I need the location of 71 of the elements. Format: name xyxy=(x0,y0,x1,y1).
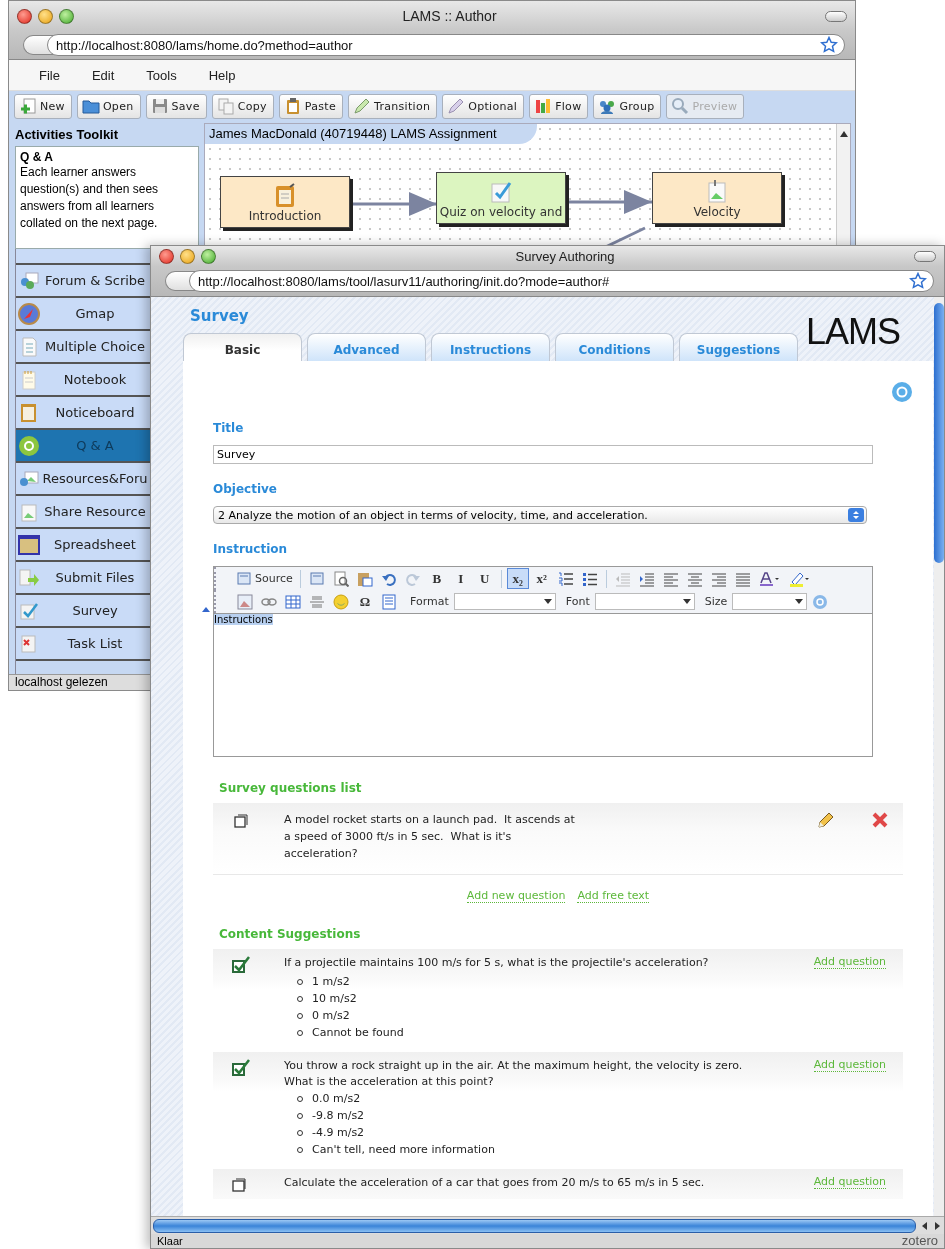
question-text: A model rocket starts on a launch pad. It ascends at a speed of 3000 ft/s in 5 sec. What is it's acceleration? xyxy=(284,812,576,862)
field-label: Title xyxy=(213,421,245,435)
field-label: Objective xyxy=(213,482,278,496)
objective-dropdown[interactable]: 2 Analyze the motion of an object in terms of velocity, time, and acceleration. xyxy=(213,506,867,524)
address-field[interactable]: http://localhost:8080/lams/tool/lasurv11/authoring/init.do?mode=author# xyxy=(189,270,934,292)
toolbar-button[interactable]: Save xyxy=(145,93,207,119)
info-title: Q & A xyxy=(20,150,54,164)
combo-label: Format xyxy=(410,595,449,608)
toolbar-button[interactable]: Transition xyxy=(348,93,438,119)
section-heading: Survey questions list xyxy=(219,781,363,795)
option-text: Cannot be found xyxy=(312,1026,404,1039)
toolkit-item[interactable]: Resources&Foru xyxy=(16,463,150,496)
format-button[interactable]: Ω xyxy=(354,591,376,612)
menu-item[interactable]: File xyxy=(23,67,76,83)
toolkit-item[interactable]: Survey xyxy=(16,595,150,628)
toolkit-item[interactable]: Multiple Choice xyxy=(16,331,150,364)
toolkit-item[interactable]: Gmap xyxy=(16,298,150,331)
option-text: -4.9 m/s2 xyxy=(312,1126,365,1139)
activity-node[interactable]: Quiz on velocity and xyxy=(436,172,566,224)
option-text: 1 m/s2 xyxy=(312,975,350,988)
menu-item[interactable]: Edit xyxy=(75,67,131,83)
window-title: Survey Authoring xyxy=(514,248,616,264)
toolkit-item[interactable]: Forum & Scribe xyxy=(16,265,150,298)
combo-label: Font xyxy=(565,595,590,608)
menu-item[interactable]: Help xyxy=(192,67,252,83)
format-button[interactable]: B xyxy=(425,568,448,589)
address-field[interactable]: http://localhost:8080/lams/home.do?method=author xyxy=(47,34,845,56)
toolkit-item[interactable]: Share Resource xyxy=(16,496,150,529)
option-text: 0 m/s2 xyxy=(312,1009,350,1022)
question-text: Calculate the acceleration of a car that goes from 20 m/s to 65 m/s in 5 sec. xyxy=(284,1175,706,1191)
toolbar-button[interactable]: Copy xyxy=(211,93,274,119)
format-button[interactable]: U xyxy=(473,568,496,589)
combo-label: Size xyxy=(704,595,728,608)
status-text: Klaar xyxy=(157,1234,183,1248)
toolbar-button[interactable]: Paste xyxy=(278,93,343,119)
window-title: LAMS :: Author xyxy=(401,8,498,24)
toolkit-item[interactable]: Task List xyxy=(16,628,150,661)
canvas-title: James MacDonald (40719448) LAMS Assignment xyxy=(205,124,537,144)
toolkit-item[interactable]: Spreadsheet xyxy=(16,529,150,562)
question-text: If a projectile maintains 100 m/s for 5 s, what is the projectile's acceleration? xyxy=(284,955,710,971)
activity-node[interactable]: Introduction xyxy=(220,176,350,228)
menu-item[interactable]: Tools xyxy=(130,67,193,83)
editor-area[interactable]: Instructions xyxy=(214,613,872,756)
format-button[interactable]: I xyxy=(449,568,472,589)
question-text: You throw a rock straight up in the air. At the maximum height, the velocity is zero. What is the acceleration at this point? xyxy=(284,1058,744,1090)
section-heading: Content Suggestions xyxy=(219,927,362,941)
option-text: 10 m/s2 xyxy=(312,992,357,1005)
tab[interactable]: Basic xyxy=(183,333,302,361)
option-text: -9.8 m/s2 xyxy=(312,1109,365,1122)
panel-title: Activities Toolkit xyxy=(14,126,120,144)
logo: LAMS xyxy=(805,311,900,353)
activity-node[interactable]: Velocity xyxy=(652,172,782,224)
toolbar-button[interactable]: Group xyxy=(593,93,662,119)
toolbar-button[interactable]: New xyxy=(14,93,72,119)
format-button[interactable]: x² xyxy=(530,568,553,589)
option-text: Can't tell, need more information xyxy=(312,1143,495,1156)
title-field[interactable]: Survey xyxy=(213,445,873,464)
editor-text: Instructions xyxy=(214,614,273,625)
field-label: Instruction xyxy=(213,542,289,556)
toolbar-button[interactable]: Flow xyxy=(529,93,589,119)
page-heading: Survey xyxy=(190,307,250,325)
toolbar-button[interactable]: Open xyxy=(76,93,141,119)
format-button[interactable]: x₂ xyxy=(506,568,529,589)
toolbar-button[interactable]: Optional xyxy=(442,93,525,119)
toolkit-item[interactable]: Noticeboard xyxy=(16,397,150,430)
status-text: zotero xyxy=(901,1234,938,1248)
source-button[interactable]: Source xyxy=(234,570,295,587)
toolkit-item[interactable]: Submit Files xyxy=(16,562,150,595)
option-text: 0.0 m/s2 xyxy=(312,1092,361,1105)
toolkit-item[interactable]: Notebook xyxy=(16,364,150,397)
info-text: Each learner answers question(s) and then sees answers from all learners collated on the next page. xyxy=(20,164,160,232)
